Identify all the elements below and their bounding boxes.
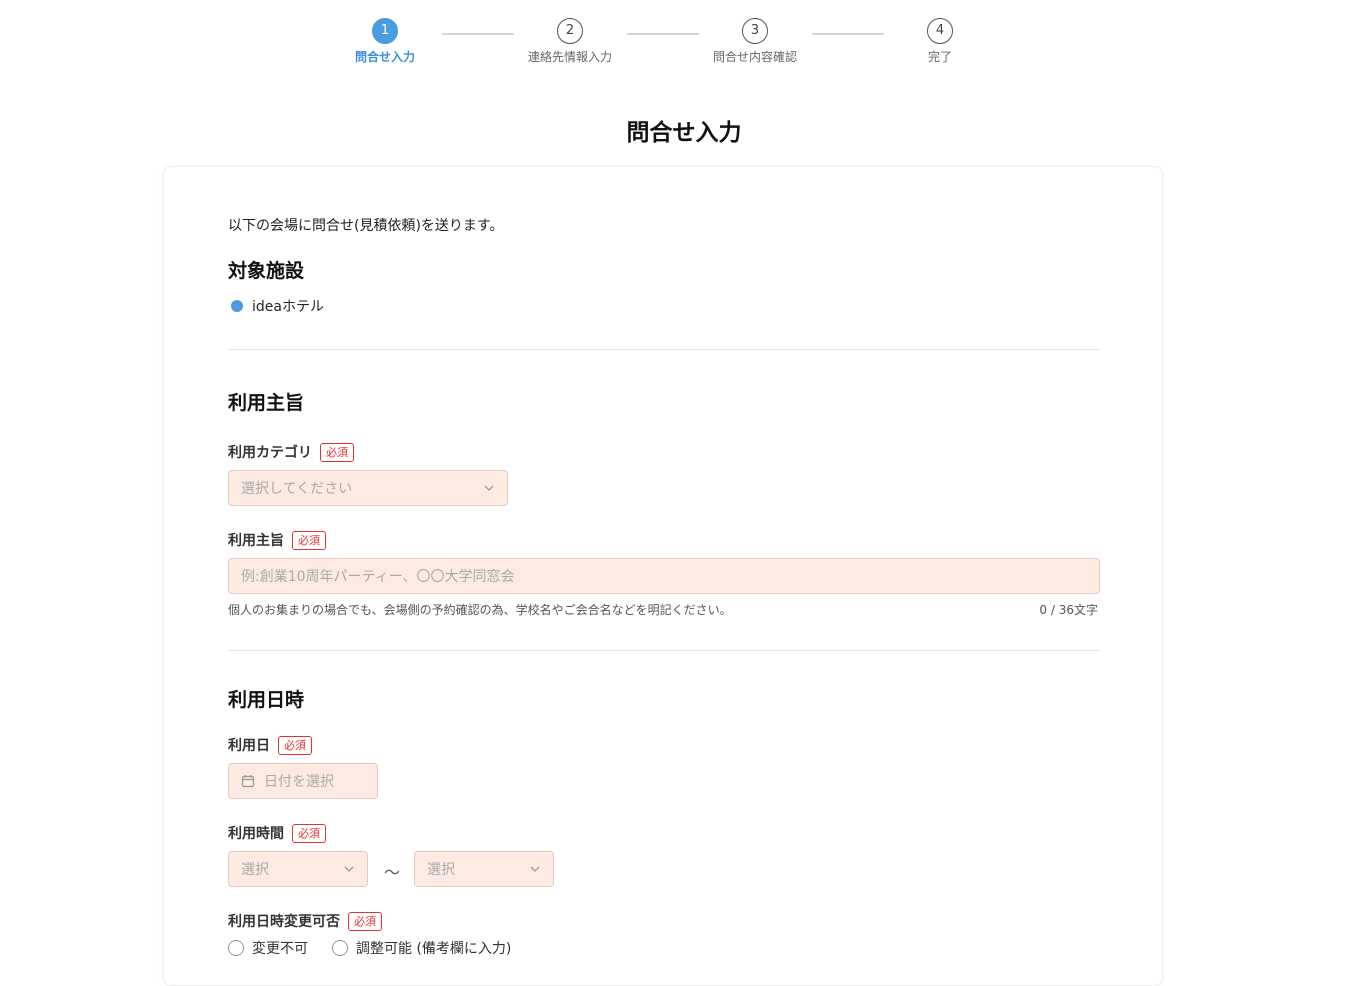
calendar-icon — [241, 775, 255, 788]
radio-option-adjustable[interactable]: 調整可能 (備考欄に入力) — [332, 938, 511, 958]
time-label-row: 利用時間 必須 — [228, 823, 326, 843]
purpose-input-placeholder: 例:創業10周年パーティー、〇〇大学同窓会 — [241, 569, 515, 585]
end-time-placeholder: 選択 — [427, 862, 455, 878]
facility-dot-icon — [231, 300, 243, 312]
purpose-label: 利用主旨 — [228, 533, 284, 549]
category-label-row: 利用カテゴリ 必須 — [228, 442, 354, 462]
datetime-section-title: 利用日時 — [228, 689, 305, 711]
required-badge: 必須 — [292, 823, 326, 843]
inquiry-form-card: 以下の会場に問合せ(見積依頼)を送ります。 対象施設 ideaホテル 利用主旨 … — [163, 166, 1163, 986]
section-divider — [228, 349, 1100, 350]
category-select-placeholder: 選択してください — [241, 481, 353, 497]
date-label: 利用日 — [228, 738, 270, 754]
purpose-char-counter: 0 / 36文字 — [1039, 603, 1098, 617]
step-3-label: 問合せ内容確認 — [712, 50, 797, 64]
purpose-input[interactable]: 例:創業10周年パーティー、〇〇大学同窓会 — [228, 558, 1100, 594]
radio-option-not-changeable[interactable]: 変更不可 — [228, 938, 308, 958]
radio-label: 変更不可 — [252, 941, 308, 957]
required-badge: 必須 — [348, 911, 382, 931]
step-1: 1 問合せ入力 — [315, 18, 455, 65]
required-badge: 必須 — [278, 735, 312, 755]
step-3: 3 問合せ内容確認 — [685, 18, 825, 65]
step-4-number: 4 — [927, 18, 953, 44]
date-label-row: 利用日 必須 — [228, 735, 312, 755]
date-picker-placeholder: 日付を選択 — [264, 774, 334, 790]
required-badge: 必須 — [292, 530, 326, 550]
radio-circle[interactable] — [332, 940, 348, 956]
purpose-label-row: 利用主旨 必須 — [228, 530, 326, 550]
progress-stepper: 1 問合せ入力 2 連絡先情報入力 3 問合せ内容確認 4 完了 — [0, 18, 1368, 78]
chevron-down-icon — [344, 866, 354, 872]
purpose-section-title: 利用主旨 — [228, 392, 305, 414]
category-select[interactable]: 選択してください — [228, 470, 508, 506]
start-time-select[interactable]: 選択 — [228, 851, 368, 887]
time-range-separator: 〜 — [384, 863, 401, 882]
step-1-label: 問合せ入力 — [354, 50, 415, 64]
chevron-down-icon — [530, 866, 540, 872]
changeable-label: 利用日時変更可否 — [228, 914, 340, 930]
changeable-label-row: 利用日時変更可否 必須 — [228, 911, 382, 931]
chevron-down-icon — [484, 485, 494, 491]
category-label: 利用カテゴリ — [228, 445, 312, 461]
page-title: 問合せ入力 — [626, 120, 742, 146]
step-3-number: 3 — [742, 18, 768, 44]
facility-section-title: 対象施設 — [228, 260, 305, 282]
radio-circle[interactable] — [228, 940, 244, 956]
step-1-number: 1 — [372, 18, 398, 44]
required-badge: 必須 — [320, 442, 354, 462]
section-divider — [228, 650, 1100, 651]
step-2: 2 連絡先情報入力 — [500, 18, 640, 65]
date-picker-input[interactable]: 日付を選択 — [228, 763, 378, 799]
step-2-label: 連絡先情報入力 — [527, 50, 612, 64]
facility-name: ideaホテル — [252, 299, 324, 315]
step-2-number: 2 — [557, 18, 583, 44]
intro-text: 以下の会場に問合せ(見積依頼)を送ります。 — [228, 218, 504, 234]
time-label: 利用時間 — [228, 826, 284, 842]
radio-label: 調整可能 (備考欄に入力) — [356, 941, 512, 957]
purpose-hint: 個人のお集まりの場合でも、会場側の予約確認の為、学校名やご会合名などを明記くださ… — [228, 603, 732, 617]
start-time-placeholder: 選択 — [241, 862, 269, 878]
facility-item: ideaホテル — [228, 296, 324, 316]
step-4: 4 完了 — [870, 18, 1010, 65]
step-4-label: 完了 — [927, 50, 952, 64]
end-time-select[interactable]: 選択 — [414, 851, 554, 887]
